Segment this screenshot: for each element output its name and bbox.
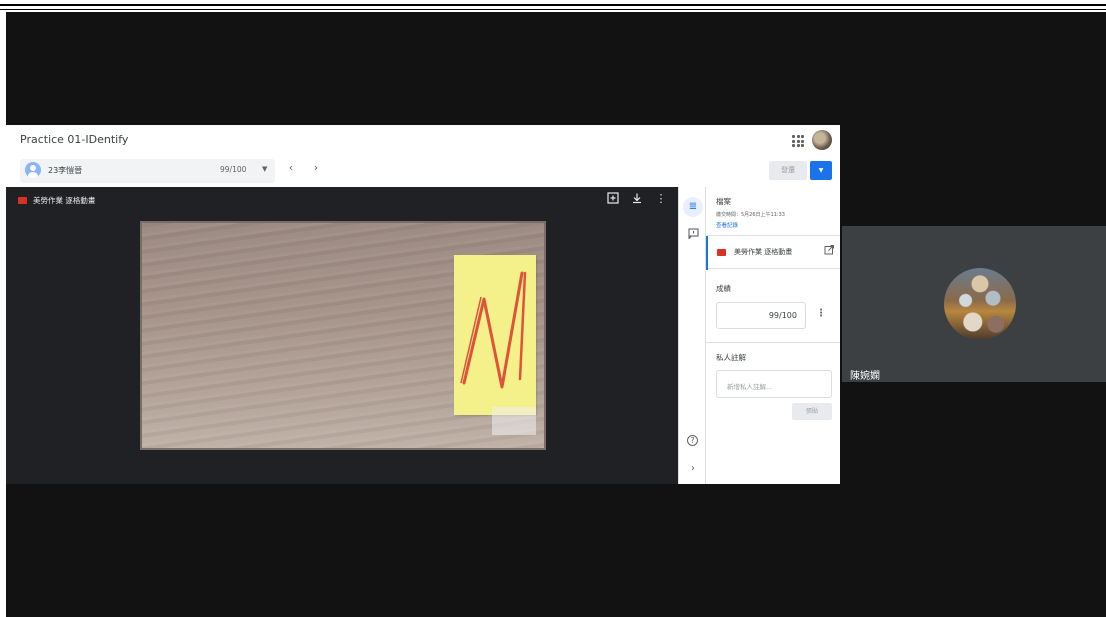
details-icon[interactable]: ≣ [683, 197, 703, 217]
screen-root: Practice 01-IDentify 23李愷晉 99/100 ▼ ‹ › … [0, 0, 1106, 617]
video-file-icon [717, 249, 726, 256]
student-name: 23李愷晉 [48, 166, 83, 175]
apps-grid-icon[interactable] [792, 135, 804, 147]
attachment-item[interactable]: 美勞作業 逐格動畫 [706, 235, 840, 270]
more-vert-icon[interactable]: ⋮ [654, 192, 668, 206]
add-comment-icon[interactable] [606, 192, 620, 206]
student-bar: 23李愷晉 99/100 ▼ [6, 156, 840, 186]
chevron-left-icon[interactable]: ‹ [284, 157, 298, 181]
chevron-down-icon: ▼ [262, 165, 268, 173]
participant-avatar [944, 268, 1016, 340]
side-rail: ≣ ? › [678, 187, 706, 484]
post-button[interactable]: 張貼 [792, 403, 832, 420]
open-in-new-icon[interactable] [824, 245, 834, 258]
download-icon[interactable] [630, 192, 644, 206]
more-vert-icon[interactable]: ⋮ [816, 308, 826, 319]
selected-indicator [706, 236, 708, 270]
divider [706, 342, 840, 343]
grade-input[interactable]: 99/100 [716, 302, 806, 329]
video-file-icon [18, 197, 27, 204]
submission-photo [140, 221, 546, 450]
submitted-time: 繳交時間：5月26日上午11:33 [716, 212, 785, 218]
help-icon[interactable]: ? [687, 435, 698, 446]
top-border [0, 4, 1106, 6]
grade-heading: 成績 [716, 284, 731, 293]
photo-frame [140, 221, 546, 450]
student-grade: 99/100 [220, 165, 247, 174]
top-border-thin [0, 9, 1106, 10]
files-heading: 檔案 [716, 197, 731, 206]
return-dropdown-button[interactable]: ▼ [810, 161, 832, 180]
view-history-link[interactable]: 查看記錄 [716, 221, 738, 229]
assignment-title: Practice 01-IDentify [20, 133, 129, 146]
private-note-input[interactable]: 新增私人註解... [716, 370, 832, 398]
grade-value: 99/100 [768, 311, 797, 320]
return-button[interactable]: 發還 [769, 161, 807, 180]
private-notes-heading: 私人註解 [716, 353, 746, 362]
student-selector[interactable]: 23李愷晉 99/100 ▼ [20, 159, 275, 183]
attachment-name: 美勞作業 逐格動畫 [734, 248, 793, 256]
participant-name: 陳婉嫻 [850, 371, 880, 382]
comments-icon[interactable] [683, 227, 703, 247]
file-viewer: 美勞作業 逐格動畫 ⋮ [6, 187, 678, 484]
account-avatar[interactable] [812, 130, 832, 150]
details-panel: 檔案 繳交時間：5月26日上午11:33 查看記錄 美勞作業 逐格動畫 成績 9… [706, 187, 840, 484]
chevron-right-icon[interactable]: › [309, 157, 323, 181]
student-avatar [25, 162, 41, 178]
shared-classroom-window: Practice 01-IDentify 23李愷晉 99/100 ▼ ‹ › … [6, 125, 840, 484]
participant-tile[interactable]: 陳婉嫻 [842, 226, 1106, 382]
expand-chevron-icon[interactable]: › [683, 459, 703, 479]
viewer-file-name: 美勞作業 逐格動畫 [33, 196, 96, 205]
